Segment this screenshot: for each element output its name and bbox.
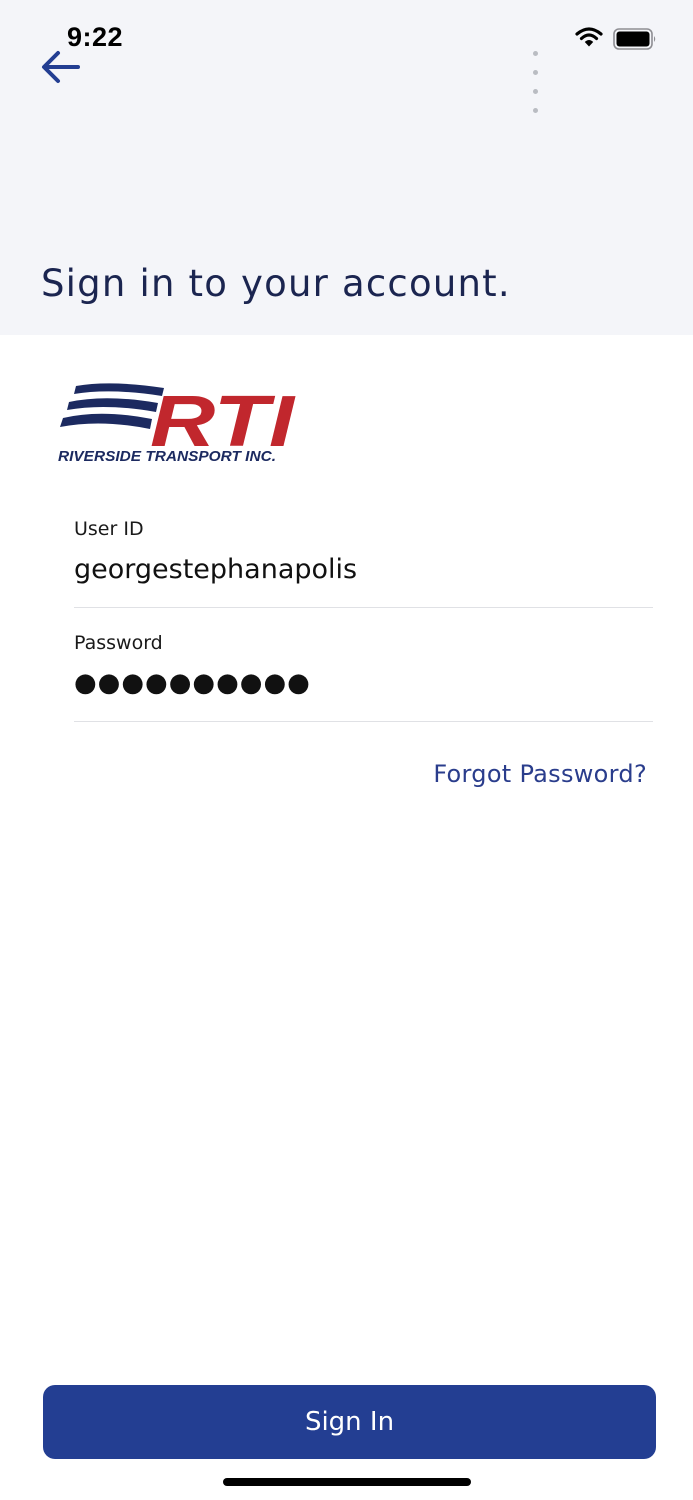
company-logo: RTI RIVERSIDE TRANSPORT INC. bbox=[58, 382, 296, 465]
password-input[interactable]: ●●●●●●●●●● bbox=[74, 668, 311, 698]
user-id-input[interactable] bbox=[74, 554, 653, 585]
battery-icon bbox=[613, 28, 656, 50]
back-button[interactable] bbox=[36, 46, 84, 88]
page-title: Sign in to your account. bbox=[41, 262, 511, 305]
forgot-password-link[interactable]: Forgot Password? bbox=[433, 760, 647, 788]
password-field: Password ●●●●●●●●●● bbox=[74, 632, 653, 722]
logo-tagline: RIVERSIDE TRANSPORT INC. bbox=[58, 448, 276, 465]
sign-in-button[interactable]: Sign In bbox=[43, 1385, 656, 1459]
user-id-field: User ID bbox=[74, 518, 653, 608]
home-indicator bbox=[223, 1478, 471, 1486]
wifi-icon bbox=[575, 27, 603, 47]
user-id-label: User ID bbox=[74, 518, 144, 540]
arrow-left-icon bbox=[42, 51, 80, 83]
password-label: Password bbox=[74, 632, 163, 654]
cellular-signal-icon bbox=[533, 41, 541, 117]
